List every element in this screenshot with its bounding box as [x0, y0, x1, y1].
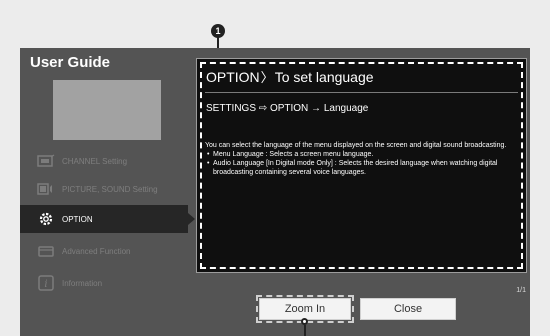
sidebar-item-information[interactable]: i Information: [36, 270, 194, 296]
advanced-function-icon: [36, 243, 56, 259]
close-button[interactable]: Close: [360, 298, 456, 320]
title-section: OPTION: [206, 69, 260, 85]
sidebar-item-label: Information: [62, 278, 103, 288]
option-gear-icon: [36, 211, 56, 227]
chevron-right-icon: 〉: [260, 70, 274, 85]
sidebar-item-label: CHANNEL Setting: [62, 156, 128, 166]
user-guide-screen: User Guide CHANNEL Setting PICTURE, SOUN…: [20, 48, 530, 336]
zoom-in-button[interactable]: Zoom In: [256, 295, 354, 323]
callout-leader-bottom: [304, 325, 306, 336]
page-title: OPTION〉To set language: [206, 67, 374, 86]
title-topic: To set language: [274, 69, 374, 85]
sidebar-item-picture-sound-setting[interactable]: PICTURE, SOUND Setting: [36, 176, 194, 202]
page-indicator: 1/1: [516, 287, 526, 294]
breadcrumb: SETTINGS ⇨ OPTION → Language: [206, 103, 369, 114]
sidebar-item-label: OPTION: [62, 214, 93, 224]
help-text: You can select the language of the menu …: [205, 141, 520, 177]
sidebar-item-option[interactable]: OPTION: [20, 205, 195, 233]
sidebar-item-label: PICTURE, SOUND Setting: [62, 184, 158, 194]
svg-text:i: i: [44, 279, 47, 290]
user-guide-title: User Guide: [30, 54, 111, 71]
sidebar-item-label: Advanced Function: [62, 246, 131, 256]
information-icon: i: [36, 275, 56, 291]
callout-marker-bottom: [301, 318, 308, 325]
channel-icon: [36, 153, 56, 169]
list-item: Audio Language [In Digital mode Only] : …: [205, 159, 520, 177]
title-divider: [205, 92, 518, 93]
callout-marker-top: 1: [211, 24, 225, 38]
sidebar-item-channel-setting[interactable]: CHANNEL Setting: [36, 148, 194, 174]
help-content-panel: OPTION〉To set language SETTINGS ⇨ OPTION…: [196, 58, 527, 273]
sidebar-item-advanced-function[interactable]: Advanced Function: [36, 238, 194, 264]
preview-thumbnail: [53, 80, 161, 140]
list-item: Menu Language : Selects a screen menu la…: [205, 150, 520, 159]
picture-sound-icon: [36, 181, 56, 197]
help-intro: You can select the language of the menu …: [205, 142, 507, 149]
